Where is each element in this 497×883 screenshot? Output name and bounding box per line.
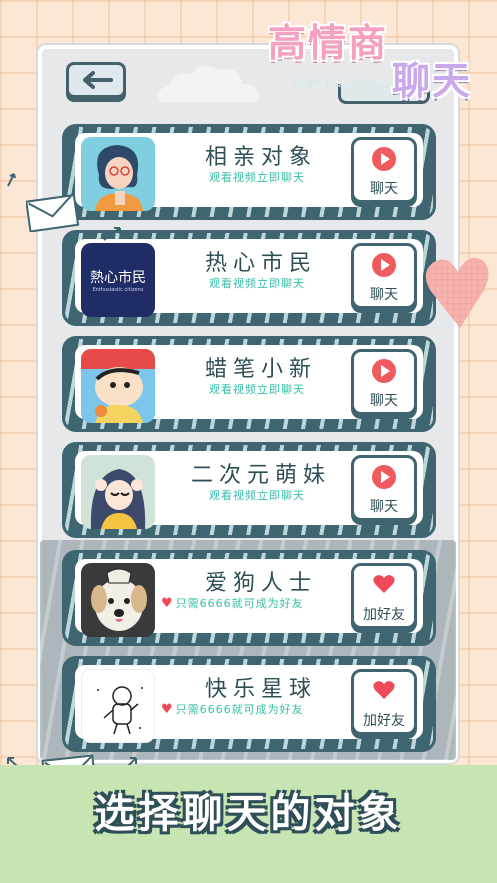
- decorative-heart-icon: [425, 257, 489, 328]
- play-icon: [372, 359, 396, 383]
- arrows-icon: [103, 227, 121, 241]
- card-title: 相亲对象: [204, 145, 317, 170]
- avatar: [81, 455, 155, 529]
- avatar: 熱心市民 Enthusiastic citizens: [81, 243, 155, 317]
- avatar: [81, 349, 155, 423]
- play-icon: [372, 147, 396, 171]
- app-logo: 高情商 High EQ Chat 聊天: [262, 8, 492, 103]
- avatar: [81, 669, 155, 743]
- card-subtitle: ♥ 只需6666就可成为好友: [161, 701, 351, 717]
- chat-card-happy-planet[interactable]: 快乐星球 ♥ 只需6666就可成为好友 加好友: [62, 656, 436, 752]
- chat-button-label: 聊天: [370, 287, 398, 303]
- bottom-banner: 选择聊天的对象: [0, 765, 497, 883]
- card-title: 爱狗人士: [204, 571, 317, 596]
- heart-icon: [373, 575, 395, 593]
- card-subtitle-text: 只需6666就可成为好友: [175, 703, 304, 716]
- logo-title-main: 高情商: [268, 21, 389, 65]
- chat-button-label: 聊天: [370, 393, 398, 409]
- card-subtitle-text: 只需6666就可成为好友: [175, 597, 304, 610]
- chat-button[interactable]: 聊天: [351, 137, 417, 203]
- card-title: 快乐星球: [204, 677, 317, 702]
- logo-title-secondary: 聊天: [392, 59, 473, 103]
- card-body: 蜡笔小新 观看视频立即聊天 聊天: [75, 345, 423, 423]
- add-friend-button-label: 加好友: [363, 713, 405, 729]
- card-subtitle: 观看视频立即聊天: [209, 383, 305, 396]
- arrow-left-icon: [83, 71, 113, 89]
- banner-title: 选择聊天的对象: [94, 791, 403, 837]
- card-body: 二次元萌妹 观看视频立即聊天 聊天: [75, 451, 423, 529]
- play-icon: [372, 253, 396, 277]
- card-subtitle: ♥ 只需6666就可成为好友: [161, 595, 351, 611]
- card-body: 相亲对象 观看视频立即聊天 聊天: [75, 133, 423, 211]
- arrows-icon: [7, 173, 16, 187]
- avatar: [81, 563, 155, 637]
- add-friend-button[interactable]: 加好友: [351, 563, 417, 629]
- card-title: 二次元萌妹: [190, 463, 331, 488]
- add-friend-button-label: 加好友: [363, 607, 405, 623]
- heart-icon: ♥: [161, 702, 174, 717]
- add-friend-button[interactable]: 加好友: [351, 669, 417, 735]
- card-body: 熱心市民 Enthusiastic citizens 热心市民 观看视频立即聊天…: [75, 239, 423, 317]
- card-title: 热心市民: [204, 251, 317, 276]
- chat-button[interactable]: 聊天: [351, 455, 417, 521]
- chat-card-dating[interactable]: 相亲对象 观看视频立即聊天 聊天: [62, 124, 436, 220]
- envelope-icon: [26, 192, 80, 232]
- logo-subtitle: High EQ Chat: [292, 76, 378, 89]
- avatar-subtext: Enthusiastic citizens: [92, 287, 144, 293]
- chat-card-dog-lover[interactable]: 爱狗人士 ♥ 只需6666就可成为好友 加好友: [62, 550, 436, 646]
- card-subtitle: 观看视频立即聊天: [209, 277, 305, 290]
- cloud-icon: [158, 65, 259, 102]
- chat-button-label: 聊天: [370, 499, 398, 515]
- back-button[interactable]: [66, 62, 126, 98]
- card-body: 快乐星球 ♥ 只需6666就可成为好友 加好友: [75, 665, 423, 743]
- heart-icon: ♥: [161, 596, 174, 611]
- avatar: [81, 137, 155, 211]
- card-subtitle: 观看视频立即聊天: [209, 171, 305, 184]
- chat-card-anime-girl[interactable]: 二次元萌妹 观看视频立即聊天 聊天: [62, 442, 436, 538]
- chat-button[interactable]: 聊天: [351, 349, 417, 415]
- chat-card-crayon[interactable]: 蜡笔小新 观看视频立即聊天 聊天: [62, 336, 436, 432]
- heart-icon: [373, 681, 395, 699]
- chat-button-label: 聊天: [370, 181, 398, 197]
- card-subtitle: 观看视频立即聊天: [209, 489, 305, 502]
- chat-card-citizen[interactable]: 熱心市民 Enthusiastic citizens 热心市民 观看视频立即聊天…: [62, 230, 436, 326]
- avatar-text: 熱心市民: [90, 270, 146, 286]
- card-title: 蜡笔小新: [204, 357, 317, 382]
- chat-button[interactable]: 聊天: [351, 243, 417, 309]
- play-icon: [372, 465, 396, 489]
- card-body: 爱狗人士 ♥ 只需6666就可成为好友 加好友: [75, 559, 423, 637]
